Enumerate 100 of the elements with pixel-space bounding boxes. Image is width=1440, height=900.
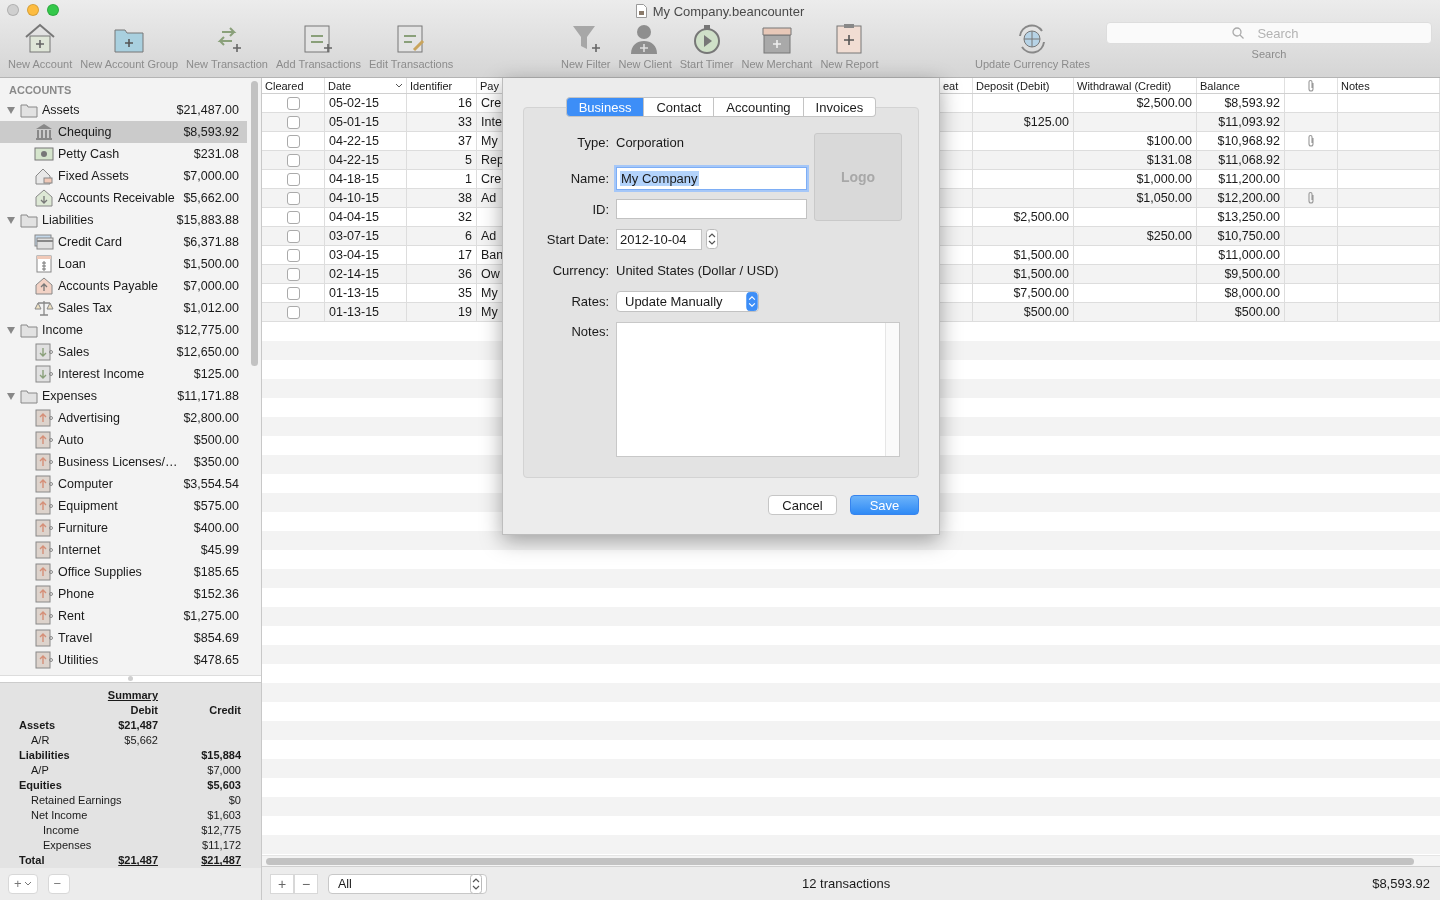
account-row[interactable]: Phone $152.36 xyxy=(0,583,247,605)
account-row[interactable]: Petty Cash $231.08 xyxy=(0,143,247,165)
column-header[interactable]: Date xyxy=(325,78,407,93)
add-transaction-button[interactable]: + xyxy=(270,873,294,894)
disclosure-triangle-down-icon[interactable] xyxy=(6,391,16,401)
table-cell: $11,000.00 xyxy=(1197,246,1285,265)
column-header[interactable]: Cleared xyxy=(262,78,325,93)
id-field[interactable] xyxy=(616,199,807,219)
checkbox[interactable] xyxy=(286,172,300,186)
account-amount: $478.65 xyxy=(193,653,239,667)
account-name: Petty Cash xyxy=(58,147,121,161)
column-header[interactable]: Identifier xyxy=(407,78,477,93)
disclosure-triangle-down-icon[interactable] xyxy=(6,325,16,335)
account-row[interactable]: Sales $12,650.00 xyxy=(0,341,247,363)
summary-credit: $1,603 xyxy=(206,809,241,822)
summary-label: Income xyxy=(42,824,81,837)
currency-value: United States (Dollar / USD) xyxy=(616,262,780,278)
checkbox[interactable] xyxy=(286,229,300,243)
cancel-button[interactable]: Cancel xyxy=(768,495,837,515)
column-header[interactable]: Withdrawal (Credit) xyxy=(1074,78,1197,93)
account-name: Phone xyxy=(58,587,96,601)
account-row[interactable]: Accounts Payable $7,000.00 xyxy=(0,275,247,297)
close-button[interactable] xyxy=(7,4,19,16)
calendar-icon xyxy=(34,255,54,273)
account-row[interactable]: Utilities $478.65 xyxy=(0,649,247,671)
summary-credit: $7,000 xyxy=(206,764,241,777)
checkbox[interactable] xyxy=(286,134,300,148)
account-amount: $2,800.00 xyxy=(183,411,239,425)
account-group-name: Income xyxy=(42,323,84,337)
search-field[interactable]: Search xyxy=(1106,22,1432,44)
account-row[interactable]: Furniture $400.00 xyxy=(0,517,247,539)
field-label: Start Date: xyxy=(545,231,609,247)
account-row[interactable]: Sales Tax $1,012.00 xyxy=(0,297,247,319)
account-amount: $185.65 xyxy=(193,565,239,579)
checkbox[interactable] xyxy=(286,96,300,110)
checkbox[interactable] xyxy=(286,267,300,281)
rates-popup[interactable]: Update Manually xyxy=(616,290,759,312)
remove-account-button[interactable]: − xyxy=(47,873,70,894)
account-row[interactable]: Credit Card $6,371.88 xyxy=(0,231,247,253)
start-date-field[interactable]: 2012-10-04 xyxy=(616,228,702,250)
account-row[interactable]: Business Licenses/… $350.00 xyxy=(0,451,247,473)
table-cell: $1,500.00 xyxy=(973,246,1074,265)
checkbox[interactable] xyxy=(286,286,300,300)
account-row[interactable]: Office Supplies $185.65 xyxy=(0,561,247,583)
zoom-button[interactable] xyxy=(47,4,59,16)
checkbox[interactable] xyxy=(286,248,300,262)
account-amount: $500.00 xyxy=(193,433,239,447)
account-amount: $1,500.00 xyxy=(183,257,239,271)
filter-popup[interactable]: All xyxy=(328,873,487,894)
checkbox[interactable] xyxy=(286,305,300,319)
account-name: Credit Card xyxy=(58,235,123,249)
column-header[interactable]: Balance xyxy=(1197,78,1285,93)
checkbox[interactable] xyxy=(286,153,300,167)
account-group-row[interactable]: Liabilities $15,883.88 xyxy=(0,209,247,231)
splitter-handle[interactable] xyxy=(128,676,133,682)
account-group-row[interactable]: Expenses $11,171.88 xyxy=(0,385,247,407)
account-row[interactable]: Internet $45.99 xyxy=(0,539,247,561)
checkbox[interactable] xyxy=(286,191,300,205)
tab[interactable]: Invoices xyxy=(803,97,877,117)
remove-transaction-button[interactable]: − xyxy=(294,873,318,894)
checkbox[interactable] xyxy=(286,115,300,129)
name-field[interactable]: My Company xyxy=(616,166,807,190)
account-row[interactable]: Chequing $8,593.92 xyxy=(0,121,247,143)
summary-label: Retained Earnings xyxy=(30,794,123,807)
account-row[interactable]: Loan $1,500.00 xyxy=(0,253,247,275)
table-cell xyxy=(940,208,973,227)
tab[interactable]: Contact xyxy=(644,97,715,117)
minimize-button[interactable] xyxy=(27,4,39,16)
account-amount: $15,883.88 xyxy=(176,213,239,227)
notes-field[interactable] xyxy=(616,322,900,457)
account-row[interactable]: Rent $1,275.00 xyxy=(0,605,247,627)
checkbox[interactable] xyxy=(286,210,300,224)
account-name: Advertising xyxy=(58,411,121,425)
tab[interactable]: Accounting xyxy=(714,97,804,117)
account-amount: $1,012.00 xyxy=(183,301,239,315)
account-amount: $1,275.00 xyxy=(183,609,239,623)
disclosure-triangle-down-icon[interactable] xyxy=(6,215,16,225)
account-row[interactable]: Travel $854.69 xyxy=(0,627,247,649)
account-row[interactable]: Fixed Assets $7,000.00 xyxy=(0,165,247,187)
sidebar-heading: ACCOUNTS xyxy=(8,84,73,98)
table-cell: 04-18-15 xyxy=(325,170,407,189)
account-group-row[interactable]: Income $12,775.00 xyxy=(0,319,247,341)
account-amount: $45.99 xyxy=(200,543,239,557)
house-arrow-icon xyxy=(34,277,54,295)
account-name: Auto xyxy=(58,433,85,447)
account-row[interactable]: Computer $3,554.54 xyxy=(0,473,247,495)
credit-card-icon xyxy=(34,233,54,251)
column-header[interactable]: Deposit (Debit) xyxy=(973,78,1074,93)
account-row[interactable]: Accounts Receivable $5,662.00 xyxy=(0,187,247,209)
table-cell: $250.00 xyxy=(1074,227,1197,246)
account-row[interactable]: Advertising $2,800.00 xyxy=(0,407,247,429)
account-row[interactable]: Auto $500.00 xyxy=(0,429,247,451)
scrollbar-thumb[interactable] xyxy=(250,81,258,366)
account-row[interactable]: Interest Income $125.00 xyxy=(0,363,247,385)
disclosure-triangle-down-icon[interactable] xyxy=(6,105,16,115)
add-account-button[interactable]: + xyxy=(8,873,38,894)
scrollbar-thumb[interactable] xyxy=(266,857,1414,865)
account-group-row[interactable]: Assets $21,487.00 xyxy=(0,99,247,121)
column-header[interactable]: Notes xyxy=(1338,78,1440,93)
account-row[interactable]: Equipment $575.00 xyxy=(0,495,247,517)
